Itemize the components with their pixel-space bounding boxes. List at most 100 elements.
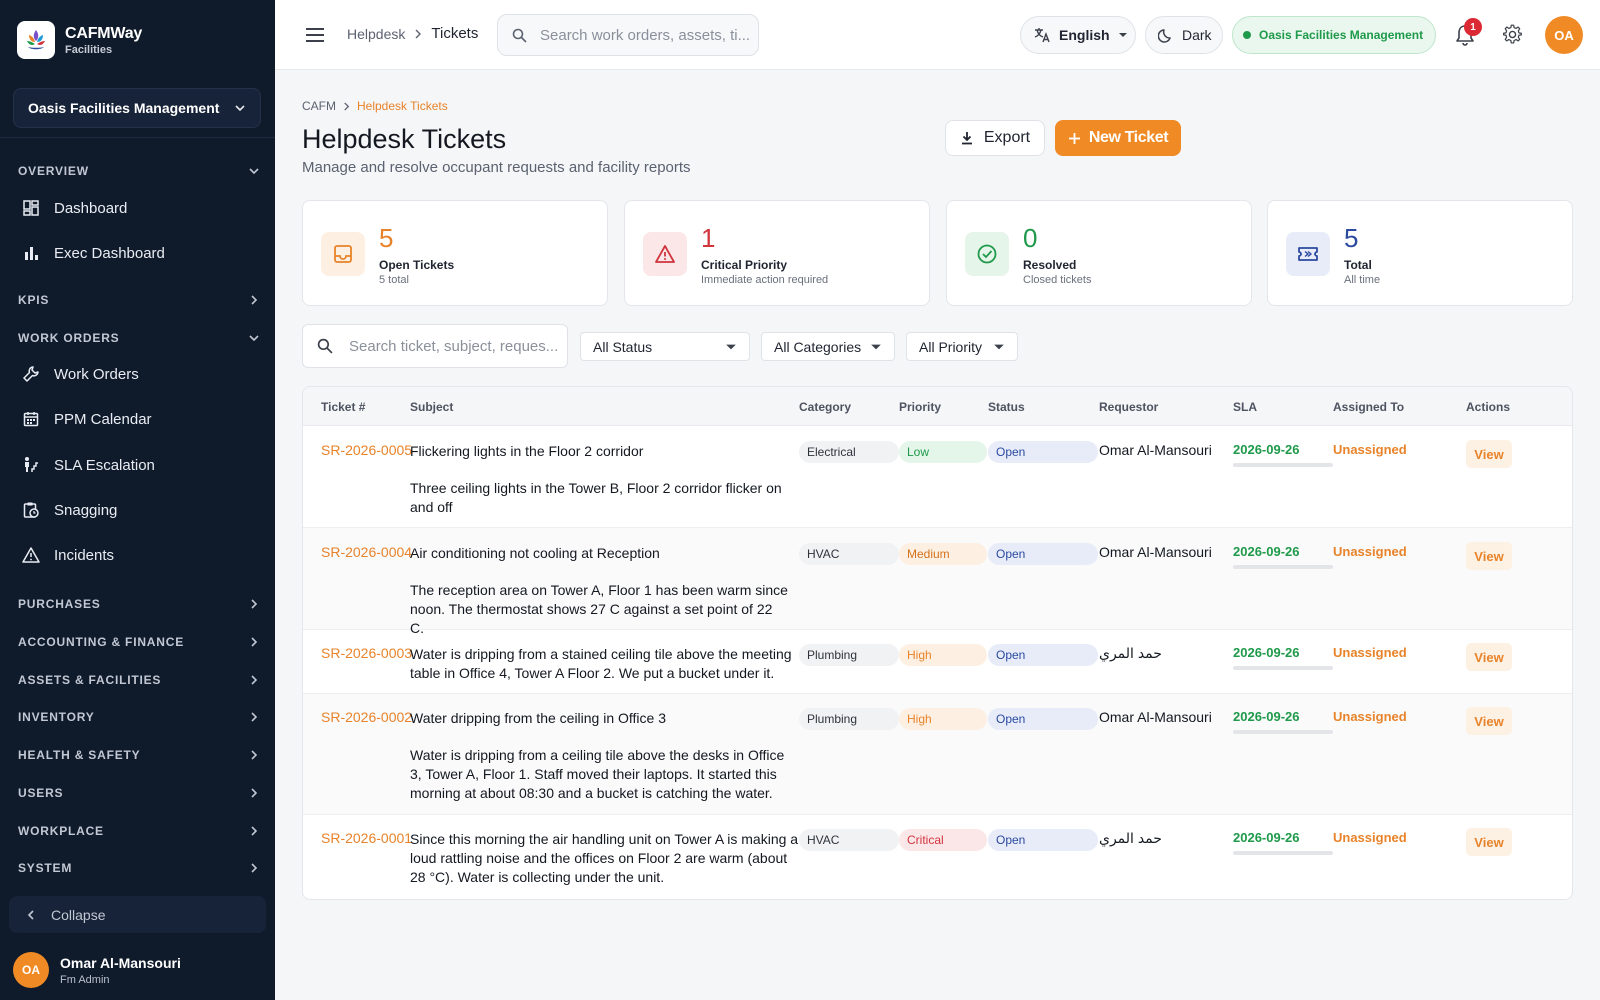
check-circle-icon xyxy=(977,244,997,264)
page-subtitle: Manage and resolve occupant requests and… xyxy=(302,159,691,176)
sidebar-item-work-orders[interactable]: Work Orders xyxy=(22,359,262,389)
sidebar-user[interactable]: OA Omar Al-Mansouri Fm Admin xyxy=(13,952,181,988)
org-selector-label: Oasis Facilities Management xyxy=(28,100,220,116)
ticket-search-placeholder: Search ticket, subject, reques... xyxy=(349,337,559,355)
breadcrumb-root[interactable]: CAFM xyxy=(302,99,336,113)
global-search-input[interactable]: Search work orders, assets, ti... xyxy=(497,14,759,56)
nav-section-label: ACCOUNTING & FINANCE xyxy=(18,635,184,649)
nav-section-accounting[interactable]: ACCOUNTING & FINANCE xyxy=(18,632,260,652)
priority-badge: Medium xyxy=(899,543,987,565)
view-button[interactable]: View xyxy=(1466,707,1512,735)
nav-section-label: SYSTEM xyxy=(18,861,73,875)
breadcrumb: Helpdesk Tickets xyxy=(347,25,478,42)
sidebar-item-snagging[interactable]: Snagging xyxy=(22,495,262,525)
view-button[interactable]: View xyxy=(1466,542,1512,570)
collapse-button[interactable]: Collapse xyxy=(9,896,266,933)
nav-section-workplace[interactable]: WORKPLACE xyxy=(18,821,260,841)
priority-badge: Low xyxy=(899,441,987,463)
nav-section-overview[interactable]: OVERVIEW xyxy=(18,161,260,181)
nav-section-health-safety[interactable]: HEALTH & SAFETY xyxy=(18,745,260,765)
view-button[interactable]: View xyxy=(1466,828,1512,856)
column-header-status[interactable]: Status xyxy=(988,400,1025,414)
chevron-right-icon xyxy=(251,599,258,609)
status-filter-value: All Status xyxy=(593,338,653,355)
table-row[interactable]: SR-2026-0001 Since this morning the air … xyxy=(303,815,1572,899)
ticket-id-link[interactable]: SR-2026-0001 xyxy=(321,830,412,846)
status-badge: Open xyxy=(988,543,1098,565)
nav-section-assets[interactable]: ASSETS & FACILITIES xyxy=(18,670,260,690)
ticket-icon xyxy=(1298,247,1318,261)
chevron-right-icon xyxy=(251,712,258,722)
nav-section-label: OVERVIEW xyxy=(18,164,89,178)
sidebar-item-dashboard[interactable]: Dashboard xyxy=(22,193,262,223)
org-selector[interactable]: Oasis Facilities Management xyxy=(13,88,261,128)
view-button[interactable]: View xyxy=(1466,440,1512,468)
search-icon xyxy=(317,338,333,354)
nav-section-kpis[interactable]: KPIS xyxy=(18,290,260,310)
column-header-subject[interactable]: Subject xyxy=(410,400,453,414)
stat-sublabel: 5 total xyxy=(379,274,409,286)
nav-section-label: ASSETS & FACILITIES xyxy=(18,673,162,687)
table-row[interactable]: SR-2026-0004 Air conditioning not coolin… xyxy=(303,528,1572,636)
sidebar-item-label: Work Orders xyxy=(54,365,139,383)
ticket-id-link[interactable]: SR-2026-0003 xyxy=(321,645,412,661)
stat-icon-box xyxy=(1286,232,1330,276)
ticket-id-link[interactable]: SR-2026-0005 xyxy=(321,442,412,458)
ticket-id-link[interactable]: SR-2026-0002 xyxy=(321,709,412,725)
chevron-right-icon xyxy=(251,863,258,873)
column-header-assigned[interactable]: Assigned To xyxy=(1333,400,1404,414)
search-icon xyxy=(512,28,527,43)
gear-icon[interactable] xyxy=(1502,24,1523,45)
table-row[interactable]: SR-2026-0003 Water is dripping from a st… xyxy=(303,630,1572,694)
breadcrumb-current: Tickets xyxy=(431,25,479,42)
stat-label: Resolved xyxy=(1023,258,1077,272)
nav-section-purchases[interactable]: PURCHASES xyxy=(18,594,260,614)
language-label: English xyxy=(1059,27,1110,43)
view-button[interactable]: View xyxy=(1466,643,1512,671)
sidebar-item-ppm-calendar[interactable]: PPM Calendar xyxy=(22,404,262,434)
sla-date: 2026-09-26 xyxy=(1233,645,1300,660)
breadcrumb-parent[interactable]: Helpdesk xyxy=(347,26,405,42)
stat-icon-box xyxy=(965,232,1009,276)
column-header-sla[interactable]: SLA xyxy=(1233,400,1257,414)
notification-badge: 1 xyxy=(1464,18,1482,36)
caret-down-icon xyxy=(994,344,1004,349)
chevron-left-icon xyxy=(25,909,37,921)
nav-section-inventory[interactable]: INVENTORY xyxy=(18,707,260,727)
new-ticket-button[interactable]: New Ticket xyxy=(1055,120,1181,156)
column-header-category[interactable]: Category xyxy=(799,400,851,414)
category-badge: Plumbing xyxy=(799,708,899,730)
nav-section-system[interactable]: SYSTEM xyxy=(18,858,260,878)
nav-section-users[interactable]: USERS xyxy=(18,783,260,803)
nav-section-work-orders[interactable]: WORK ORDERS xyxy=(18,328,260,348)
column-header-requestor[interactable]: Requestor xyxy=(1099,400,1158,414)
sidebar-item-exec-dashboard[interactable]: Exec Dashboard xyxy=(22,238,262,268)
table-row[interactable]: SR-2026-0002 Water dripping from the cei… xyxy=(303,694,1572,815)
status-badge: Open xyxy=(988,441,1098,463)
language-selector[interactable]: English xyxy=(1020,16,1136,54)
column-header-ticket[interactable]: Ticket # xyxy=(321,400,365,414)
table-row[interactable]: SR-2026-0005 Flickering lights in the Fl… xyxy=(303,426,1572,528)
category-badge: HVAC xyxy=(799,543,899,565)
status-dot-icon xyxy=(1243,31,1251,39)
ticket-search-input[interactable]: Search ticket, subject, reques... xyxy=(302,324,568,368)
category-filter-select[interactable]: All Categories xyxy=(761,332,895,361)
priority-badge: Critical xyxy=(899,829,987,851)
user-avatar[interactable]: OA xyxy=(1545,16,1583,54)
export-button[interactable]: Export xyxy=(945,120,1045,156)
status-filter-select[interactable]: All Status xyxy=(580,332,750,361)
nav-section-label: KPIS xyxy=(18,293,50,307)
sidebar-item-sla-escalation[interactable]: SLA Escalation xyxy=(22,450,262,480)
theme-toggle[interactable]: Dark xyxy=(1145,16,1223,54)
column-header-priority[interactable]: Priority xyxy=(899,400,941,414)
sidebar-item-incidents[interactable]: Incidents xyxy=(22,540,262,570)
sla-progress-bar xyxy=(1233,463,1333,467)
priority-filter-select[interactable]: All Priority xyxy=(906,332,1018,361)
menu-icon[interactable] xyxy=(305,25,325,45)
brand[interactable]: CAFMWay Facilities xyxy=(17,20,142,60)
org-status-badge[interactable]: Oasis Facilities Management xyxy=(1232,16,1436,54)
sla-progress-bar xyxy=(1233,565,1333,569)
ticket-id-link[interactable]: SR-2026-0004 xyxy=(321,544,412,560)
stat-value: 5 xyxy=(1344,223,1359,253)
category-badge: Plumbing xyxy=(799,644,899,666)
